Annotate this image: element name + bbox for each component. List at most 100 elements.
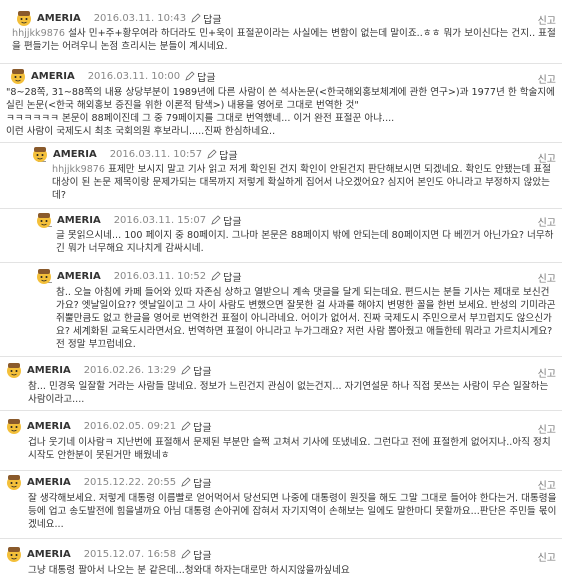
comment-text: 참... 민경욱 일잘할 거라는 사람들 많네요. 정보가 느린건지 관심이 없… xyxy=(28,381,549,405)
author-name[interactable]: AMERIA xyxy=(27,549,71,560)
comment-meta: AMERIA 2016.03.11. 10:52 답글 xyxy=(36,268,242,284)
divider xyxy=(0,262,562,263)
reply-label: 답글 xyxy=(193,478,212,490)
comment-date: 2016.03.11. 10:57 xyxy=(109,148,203,160)
avatar-icon[interactable] xyxy=(36,212,52,228)
avatar-icon[interactable] xyxy=(6,474,22,490)
pencil-icon xyxy=(191,13,201,23)
comment: AMERIA 2016.03.11. 10:43 답글 신고 hhjjkk987… xyxy=(0,10,562,58)
comment-date: 2015.12.07. 16:58 xyxy=(83,548,177,560)
reply-button[interactable]: 답글 xyxy=(181,363,212,378)
author-name[interactable]: AMERIA xyxy=(37,13,81,24)
pencil-icon xyxy=(211,271,221,281)
comment-body: 참.. 오늘 아침에 카페 들어와 있따 자존심 상하고 열받으니 계속 댓글을… xyxy=(56,286,558,352)
author-name[interactable]: AMERIA xyxy=(57,215,101,226)
comment-body: 그냥 대통령 팔아서 나오는 분 같은데...청와대 하자는대로만 하시지않을까… xyxy=(28,564,558,579)
comment-date: 2015.12.22. 20:55 xyxy=(83,476,177,488)
comment: AMERIA 2015.12.07. 16:58 답글 신고 그냥 대통령 팔아… xyxy=(0,546,562,580)
avatar-icon[interactable] xyxy=(6,362,22,378)
reply-label: 답글 xyxy=(223,216,242,228)
divider xyxy=(0,356,562,357)
author-name[interactable]: AMERIA xyxy=(27,421,71,432)
pencil-icon xyxy=(211,215,221,225)
report-button[interactable]: 신고 xyxy=(538,421,556,436)
pencil-icon xyxy=(185,71,195,81)
comment-text: "8~28쪽, 31~88쪽의 내용 상당부분이 1989년에 다른 사람이 쓴… xyxy=(6,87,556,137)
reply-button[interactable]: 답글 xyxy=(191,11,222,26)
divider xyxy=(0,63,562,64)
comment-text: 그냥 대통령 팔아서 나오는 분 같은데...청와대 하자는대로만 하시지않을까… xyxy=(28,565,350,576)
comment-meta: AMERIA 2016.02.26. 13:29 답글 xyxy=(6,362,212,378)
pencil-icon xyxy=(207,149,217,159)
reply-button[interactable]: 답글 xyxy=(181,419,212,434)
comment-date: 2016.03.11. 10:00 xyxy=(87,70,181,82)
author-name[interactable]: AMERIA xyxy=(27,365,71,376)
comment-meta: AMERIA 2016.03.11. 10:57 답글 xyxy=(32,146,238,162)
reply-button[interactable]: 답글 xyxy=(185,69,216,84)
pencil-icon xyxy=(181,421,191,431)
reply-label: 답글 xyxy=(223,272,242,284)
comment-date: 2016.03.11. 15:07 xyxy=(113,214,207,226)
comment-body: 겁나 웃기네 이사람ㅋ 지난번에 표절해서 문제된 부분만 슬쩍 고쳐서 기사에… xyxy=(28,436,558,462)
comment-text: 글 못읽으시네... 100 페이지 중 80페이지. 그나마 본문은 88페이… xyxy=(56,230,554,254)
comment-date: 2016.02.26. 13:29 xyxy=(83,364,177,376)
report-button[interactable]: 신고 xyxy=(538,549,556,564)
comment: AMERIA 2016.02.26. 13:29 답글 신고 참... 민경욱 … xyxy=(0,362,562,406)
report-button[interactable]: 신고 xyxy=(538,365,556,380)
comment-body: hhjjkk9876 표제만 보시지 말고 기사 읽고 저게 확인된 건지 확인… xyxy=(52,163,558,203)
comment-text: 참.. 오늘 아침에 카페 들어와 있따 자존심 상하고 열받으니 계속 댓글을… xyxy=(56,287,556,350)
avatar-icon[interactable] xyxy=(16,10,32,26)
reply-label: 답글 xyxy=(219,150,238,162)
divider xyxy=(0,142,562,143)
report-button[interactable]: 신고 xyxy=(538,71,556,86)
report-button[interactable]: 신고 xyxy=(538,477,556,492)
comment-meta: AMERIA 2016.03.11. 10:00 답글 xyxy=(10,68,216,84)
reply-label: 답글 xyxy=(193,366,212,378)
mention[interactable]: hhjjkk9876 xyxy=(12,28,65,39)
divider xyxy=(0,208,562,209)
pencil-icon xyxy=(181,477,191,487)
pencil-icon xyxy=(181,549,191,559)
avatar-icon[interactable] xyxy=(10,68,26,84)
author-name[interactable]: AMERIA xyxy=(53,149,97,160)
reply-button[interactable]: 답글 xyxy=(181,547,212,562)
author-name[interactable]: AMERIA xyxy=(57,271,101,282)
comment-meta: AMERIA 2015.12.22. 20:55 답글 xyxy=(6,474,212,490)
comment-meta: AMERIA 2015.12.07. 16:58 답글 xyxy=(6,546,212,562)
divider xyxy=(0,538,562,539)
comment-meta: AMERIA 2016.03.11. 10:43 답글 xyxy=(16,10,222,26)
comment-date: 2016.02.05. 09:21 xyxy=(83,420,177,432)
divider xyxy=(0,410,562,411)
comment-text: 겁나 웃기네 이사람ㅋ 지난번에 표절해서 문제된 부분만 슬쩍 고쳐서 기사에… xyxy=(28,437,551,461)
comment-meta: AMERIA 2016.03.11. 15:07 답글 xyxy=(36,212,242,228)
comment-body: 잘 생각해보세요. 저렇게 대통령 이름빨로 얻어먹어서 당선되면 나중에 대통… xyxy=(28,492,558,532)
comment-reply: AMERIA 2016.03.11. 15:07 답글 신고 글 못읽으시네..… xyxy=(0,212,562,258)
comment-text: 설사 민+주+황우여라 하더라도 민+욱이 표절꾼이라는 사실에는 변함이 없는… xyxy=(12,28,556,52)
reply-label: 답글 xyxy=(193,550,212,562)
avatar-icon[interactable] xyxy=(36,268,52,284)
reply-button[interactable]: 답글 xyxy=(211,213,242,228)
author-name[interactable]: AMERIA xyxy=(31,71,75,82)
report-button[interactable]: 신고 xyxy=(538,214,556,229)
avatar-icon[interactable] xyxy=(32,146,48,162)
avatar-icon[interactable] xyxy=(6,418,22,434)
reply-button[interactable]: 답글 xyxy=(211,269,242,284)
comment-reply: AMERIA 2016.03.11. 10:57 답글 신고 hhjjkk987… xyxy=(0,146,562,204)
mention[interactable]: hhjjkk9876 xyxy=(52,164,105,175)
comment: AMERIA 2016.02.05. 09:21 답글 신고 겁나 웃기네 이사… xyxy=(0,418,562,462)
reply-button[interactable]: 답글 xyxy=(207,147,238,162)
divider xyxy=(0,470,562,471)
comment-date: 2016.03.11. 10:52 xyxy=(113,270,207,282)
avatar-icon[interactable] xyxy=(6,546,22,562)
report-button[interactable]: 신고 xyxy=(538,12,556,27)
comment-text: 표제만 보시지 말고 기사 읽고 저게 확인된 건지 확인이 안된건지 판단해보… xyxy=(52,164,552,201)
comment-text: 잘 생각해보세요. 저렇게 대통령 이름빨로 얻어먹어서 당선되면 나중에 대통… xyxy=(28,493,557,530)
reply-button[interactable]: 답글 xyxy=(181,475,212,490)
comment-body: hhjjkk9876 설사 민+주+황우여라 하더라도 민+욱이 표절꾼이라는 … xyxy=(12,27,558,57)
author-name[interactable]: AMERIA xyxy=(27,477,71,488)
report-button[interactable]: 신고 xyxy=(538,270,556,285)
comment-meta: AMERIA 2016.02.05. 09:21 답글 xyxy=(6,418,212,434)
comment: AMERIA 2015.12.22. 20:55 답글 신고 잘 생각해보세요.… xyxy=(0,474,562,532)
reply-label: 답글 xyxy=(197,72,216,84)
pencil-icon xyxy=(181,365,191,375)
